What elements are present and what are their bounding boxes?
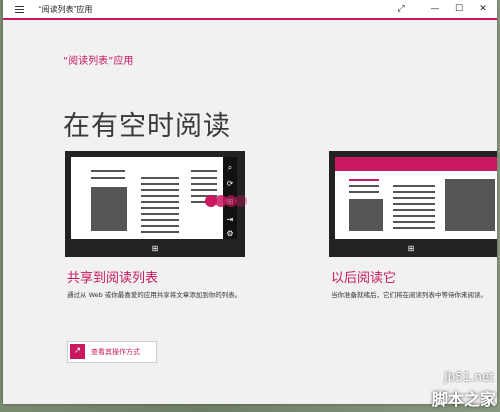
hamburger-icon[interactable] <box>15 4 24 13</box>
devices-icon: ⇥ <box>226 215 234 224</box>
window-title: “阅读列表”应用 <box>39 5 93 14</box>
image-placeholder <box>91 187 127 231</box>
watermark-site: jb51.net <box>444 370 494 384</box>
image-placeholder <box>445 179 495 231</box>
windows-logo-icon: ⊞ <box>407 244 415 253</box>
see-how-button[interactable]: ↗ 查看其操作方式 <box>67 341 157 363</box>
app-heading: “阅读列表”应用 <box>63 56 134 67</box>
card-description-share: 通过从 Web 或你最喜爱的应用共享将文章添加到你的列表。 <box>67 291 242 299</box>
windows-logo-icon: ⊞ <box>151 244 159 253</box>
maximize-button[interactable]: ☐ <box>448 1 470 17</box>
share-animation-dots <box>205 193 251 209</box>
see-how-label: 查看其操作方式 <box>91 348 140 356</box>
card-title-read-later: 以后阅读它 <box>331 271 397 286</box>
watermark-name: 脚本之家 <box>431 390 496 409</box>
site-watermark: jb51.net 脚本之家 <box>392 370 500 412</box>
card-description-read-later: 当你准备就绪后，它们将在阅读列表中等待你来阅读。 <box>331 291 487 299</box>
app-window: “阅读列表”应用 ⤢ — ☐ ✕ “阅读列表”应用 在有空时阅读 ⌕ ⟳ ⇥ ⚙… <box>3 0 497 404</box>
accent-line <box>3 18 497 20</box>
page-title: 在有空时阅读 <box>63 111 231 142</box>
tablet-screen <box>71 157 223 239</box>
reading-list-header <box>335 157 497 171</box>
titlebar: “阅读列表”应用 ⤢ — ☐ ✕ <box>3 0 497 19</box>
arrow-icon: ↗ <box>70 344 85 359</box>
close-button[interactable]: ✕ <box>472 1 494 17</box>
card-title-share: 共享到阅读列表 <box>67 271 159 286</box>
image-placeholder <box>349 199 383 231</box>
share-icon: ⟳ <box>226 179 234 188</box>
expand-icon[interactable]: ⤢ <box>390 1 412 17</box>
read-later-illustration: ⊞ <box>329 151 497 257</box>
minimize-button[interactable]: — <box>424 1 446 17</box>
settings-icon: ⚙ <box>226 229 234 238</box>
tablet-screen <box>335 157 497 239</box>
search-icon: ⌕ <box>227 163 233 172</box>
